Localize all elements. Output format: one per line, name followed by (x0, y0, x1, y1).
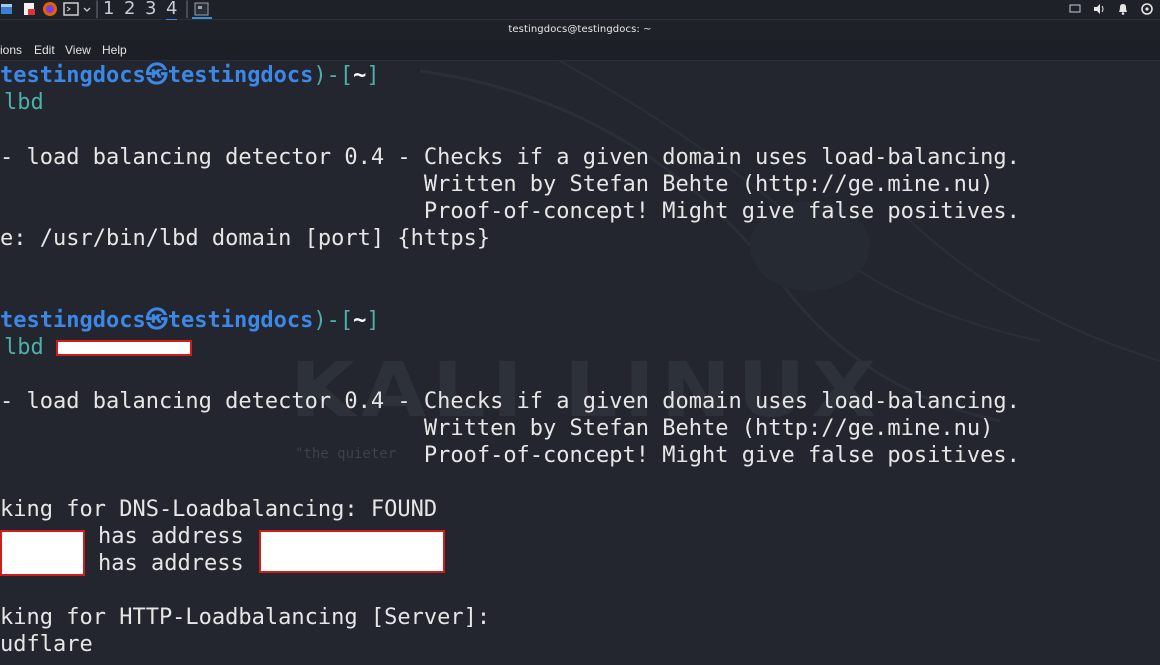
top-panel: | 1 2 3 4 | (0, 0, 1160, 21)
prompt-line: testingdocs㉿testingdocs)-[~] (0, 62, 380, 89)
prompt-host: testingdocs (167, 63, 314, 88)
server-line: udflare (0, 632, 93, 657)
dns-check-line: king for DNS-Loadbalancing: FOUND (0, 497, 438, 522)
command-text: lbd (4, 335, 44, 360)
file-manager-icon[interactable] (0, 1, 14, 17)
command-text: lbd (4, 90, 44, 115)
volume-icon[interactable] (1092, 2, 1106, 16)
redacted-domain (56, 340, 192, 356)
prompt-user: testingdocs (0, 63, 146, 88)
panel-separator: | (94, 0, 101, 19)
prompt-path: ~ (353, 63, 367, 88)
chevron-down-icon[interactable] (82, 1, 92, 17)
window-titlebar[interactable]: testingdocs@testingdocs: ~ (0, 20, 1160, 40)
terminal-area[interactable]: KALI LINUX "the quieter testingdocs㉿test… (0, 61, 1160, 665)
address-line: has address (98, 524, 244, 549)
output-line: Written by Stefan Behte (http://ge.mine.… (0, 416, 994, 441)
redacted-hostname (0, 530, 85, 576)
prompt-user: testingdocs (0, 308, 146, 333)
notification-bell-icon[interactable] (1116, 2, 1130, 16)
window-title: testingdocs@testingdocs: ~ (508, 24, 652, 35)
menu-edit[interactable]: Edit (34, 43, 55, 57)
http-check-line: king for HTTP-Loadbalancing [Server]: (0, 605, 491, 630)
display-icon[interactable] (1068, 2, 1082, 16)
power-icon[interactable] (1140, 2, 1154, 16)
active-task-indicator (192, 17, 212, 19)
firefox-icon[interactable] (42, 1, 58, 17)
menu-actions[interactable]: ions (0, 43, 22, 57)
text-editor-icon[interactable] (22, 1, 36, 17)
prompt-bracket-close: ] (366, 308, 380, 333)
output-line: - load balancing detector 0.4 - Checks i… (0, 389, 1020, 414)
workspace-3[interactable]: 3 (145, 0, 156, 19)
workspace-2[interactable]: 2 (124, 0, 135, 19)
terminal-icon[interactable] (63, 1, 79, 17)
prompt-at-symbol: ㉿ (145, 63, 168, 88)
prompt-line: testingdocs㉿testingdocs)-[~] (0, 307, 380, 334)
prompt-bracket-open: )-[ (313, 308, 354, 333)
redacted-ip-address (259, 530, 445, 573)
terminal-window-task-icon[interactable] (193, 1, 211, 17)
output-line: Proof-of-concept! Might give false posit… (0, 199, 1020, 224)
prompt-bracket-close: ] (366, 63, 380, 88)
usage-line: e: /usr/bin/lbd domain [port] {https} (0, 226, 491, 251)
menu-view[interactable]: View (65, 43, 91, 57)
prompt-bracket-open: )-[ (313, 63, 354, 88)
prompt-host: testingdocs (167, 308, 314, 333)
prompt-at-symbol: ㉿ (145, 308, 168, 333)
menu-bar: ions Edit View Help (0, 40, 1160, 61)
menu-help[interactable]: Help (102, 43, 127, 57)
output-line: Written by Stefan Behte (http://ge.mine.… (0, 172, 994, 197)
workspace-4[interactable]: 4 (166, 0, 178, 21)
address-line: has address (98, 551, 244, 576)
prompt-path: ~ (353, 308, 367, 333)
panel-separator: | (184, 0, 191, 19)
workspace-1[interactable]: 1 (103, 0, 114, 19)
output-line: - load balancing detector 0.4 - Checks i… (0, 145, 1020, 170)
output-line: Proof-of-concept! Might give false posit… (0, 443, 1020, 468)
